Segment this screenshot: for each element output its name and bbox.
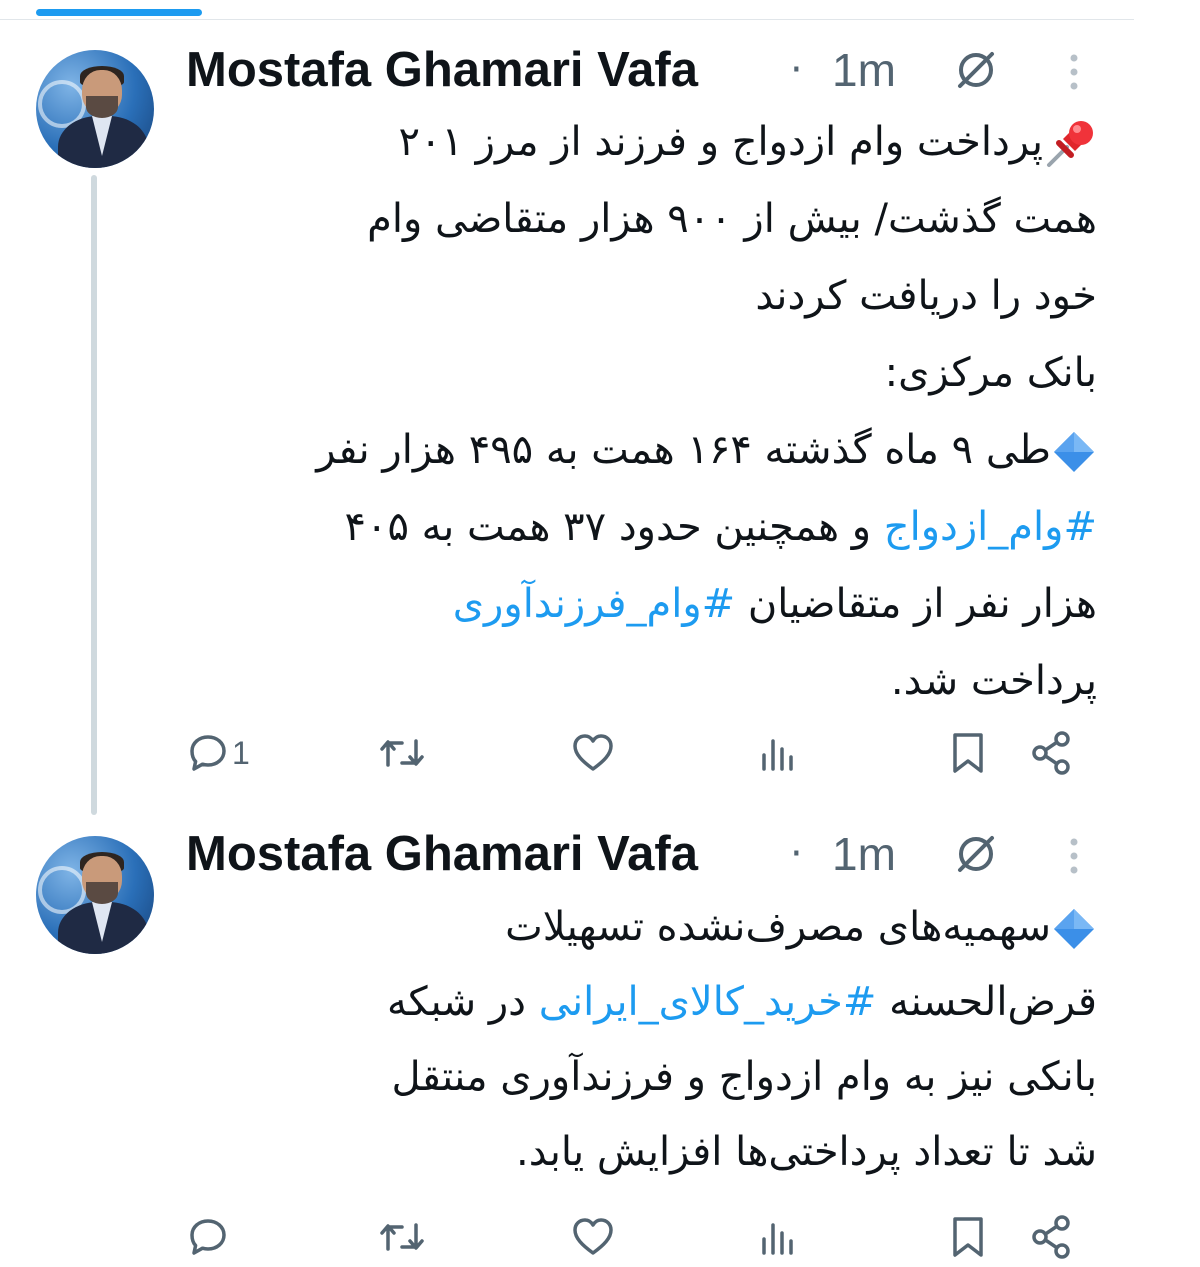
- reply-button[interactable]: 1: [186, 728, 250, 778]
- views-icon: [762, 1223, 793, 1255]
- tweet-text-line: #وام_ازدواج و همچنین حدود ۳۷ همت به ۴۰۵: [180, 489, 1098, 566]
- like-icon: [573, 734, 613, 771]
- hashtag-link[interactable]: #خرید_کالای_ایرانی: [539, 979, 877, 1025]
- like-button[interactable]: [570, 728, 618, 778]
- timestamp[interactable]: 1m: [832, 38, 896, 102]
- text-segment: بانک مرکزی:: [884, 350, 1097, 396]
- thread-connector-line: [91, 175, 97, 815]
- tweet-text: سهمیه‌های مصرف‌نشده تسهیلات قرض‌الحسنه #خ…: [180, 890, 1097, 1190]
- blue-diamond-emoji-icon: [1051, 906, 1097, 952]
- tweet-text-line: شد تا تعداد پرداختی‌ها افزایش یابد.: [180, 1115, 1097, 1190]
- tweet-text-line: هزار نفر از متقاضیان #وام_فرزندآوری: [180, 566, 1097, 643]
- hashtag-link[interactable]: #وام_ازدواج: [884, 504, 1097, 550]
- tweet-text: پرداخت وام ازدواج و فرزند از مرز ۲۰۱ همت …: [180, 104, 1097, 720]
- tweet-header: Mostafa Ghamari Vafa · 1m: [186, 38, 1200, 102]
- tweet-text-line: پرداخت شد.: [180, 643, 1097, 720]
- share-icon: [1032, 1215, 1070, 1259]
- views-icon: [762, 739, 793, 771]
- avatar[interactable]: [36, 50, 154, 168]
- hashtag-link[interactable]: #وام_فرزندآوری: [453, 581, 735, 627]
- retweet-icon: [380, 1223, 424, 1251]
- share-icon: [1032, 731, 1070, 775]
- blue-diamond-emoji-icon: [1051, 429, 1097, 475]
- text-segment: سهمیه‌های مصرف‌نشده تسهیلات: [505, 904, 1051, 950]
- more-icon[interactable]: [1062, 52, 1086, 92]
- views-button[interactable]: [758, 1212, 800, 1262]
- bookmark-icon: [953, 733, 983, 773]
- reply-icon: [190, 1219, 226, 1255]
- text-segment: در شبکه: [387, 979, 539, 1025]
- bookmark-button[interactable]: [948, 1212, 988, 1262]
- grok-icon[interactable]: [954, 832, 998, 876]
- reply-button[interactable]: [186, 1212, 232, 1262]
- text-segment: خود را دریافت کردند: [755, 273, 1097, 319]
- text-segment: همت گذشت/ بیش از ۹۰۰ هزار متقاضی وام: [367, 196, 1097, 242]
- grok-icon[interactable]: [954, 48, 998, 92]
- header-separator: ·: [790, 831, 803, 877]
- retweet-button[interactable]: [378, 1212, 428, 1262]
- share-button[interactable]: [1028, 728, 1076, 778]
- timestamp[interactable]: 1m: [832, 822, 896, 886]
- header-separator: ·: [790, 47, 803, 93]
- avatar[interactable]: [36, 836, 154, 954]
- text-segment: طی ۹ ماه گذشته ۱۶۴ همت به ۴۹۵ هزار نفر: [316, 427, 1051, 473]
- bookmark-button[interactable]: [948, 728, 988, 778]
- like-button[interactable]: [570, 1212, 618, 1262]
- top-divider: [0, 19, 1134, 20]
- tweet-text-line: خود را دریافت کردند: [180, 258, 1097, 335]
- tweet-header: Mostafa Ghamari Vafa · 1m: [186, 822, 1200, 886]
- author-name[interactable]: Mostafa Ghamari Vafa: [186, 822, 698, 886]
- views-button[interactable]: [758, 728, 800, 778]
- text-segment: پرداخت شد.: [890, 658, 1097, 704]
- retweet-button[interactable]: [378, 728, 428, 778]
- like-icon: [573, 1218, 613, 1255]
- tweet-text-line: سهمیه‌های مصرف‌نشده تسهیلات: [180, 890, 1097, 965]
- text-segment: بانکی نیز به وام ازدواج و فرزندآوری منتق…: [391, 1054, 1097, 1100]
- tweet-text-line: قرض‌الحسنه #خرید_کالای_ایرانی در شبکه: [180, 965, 1097, 1040]
- tweet-actions: [0, 1212, 1200, 1262]
- text-segment: شد تا تعداد پرداختی‌ها افزایش یابد.: [515, 1129, 1097, 1175]
- tweet-actions: 1: [0, 728, 1200, 778]
- text-segment: هزار نفر از متقاضیان: [735, 581, 1097, 627]
- author-name[interactable]: Mostafa Ghamari Vafa: [186, 38, 698, 102]
- tweet-text-line: همت گذشت/ بیش از ۹۰۰ هزار متقاضی وام: [180, 181, 1097, 258]
- pushpin-emoji-icon: [1043, 117, 1097, 171]
- text-segment: پرداخت وام ازدواج و فرزند از مرز ۲۰۱: [398, 119, 1043, 165]
- tweet-text-line: بانک مرکزی:: [180, 335, 1097, 412]
- tweet-text-line: پرداخت وام ازدواج و فرزند از مرز ۲۰۱: [180, 104, 1097, 181]
- share-button[interactable]: [1028, 1212, 1076, 1262]
- tweet-text-line: بانکی نیز به وام ازدواج و فرزندآوری منتق…: [180, 1040, 1097, 1115]
- more-icon[interactable]: [1062, 836, 1086, 876]
- reply-icon: [190, 735, 226, 771]
- bookmark-icon: [953, 1217, 983, 1257]
- retweet-icon: [380, 739, 424, 767]
- text-segment: قرض‌الحسنه: [876, 979, 1097, 1025]
- top-scroll-indicator: [36, 9, 202, 16]
- text-segment: و همچنین حدود ۳۷ همت به ۴۰۵: [344, 504, 884, 550]
- reply-count: 1: [232, 734, 250, 771]
- tweet-text-line: طی ۹ ماه گذشته ۱۶۴ همت به ۴۹۵ هزار نفر: [180, 412, 1097, 489]
